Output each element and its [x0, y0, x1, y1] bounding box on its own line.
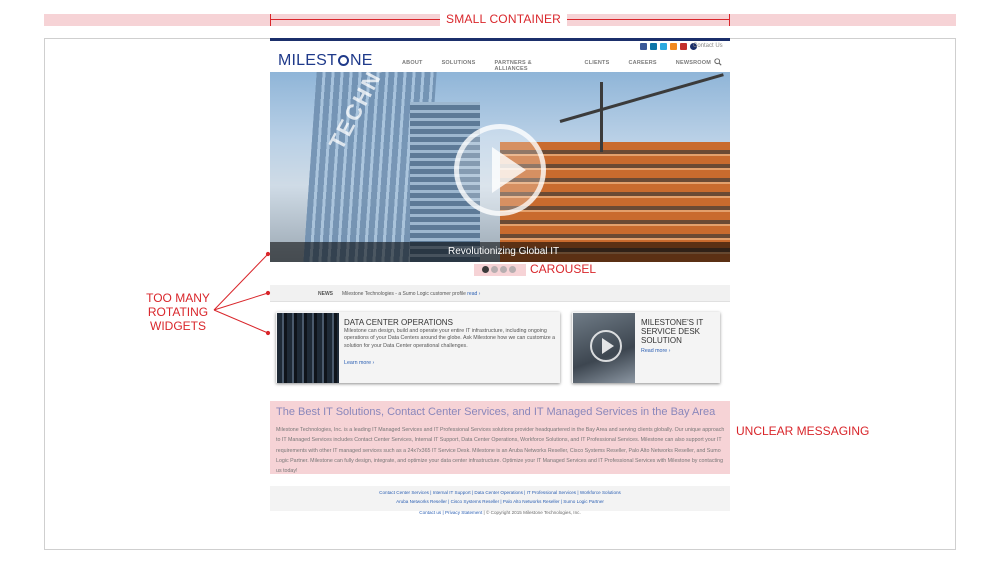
twitter-icon[interactable] — [660, 43, 667, 50]
youtube-icon[interactable] — [680, 43, 687, 50]
footer-partner-links[interactable]: Aruba Networks Reseller | Cisco Systems … — [270, 499, 730, 504]
footer-contact-privacy-links[interactable]: Contact us | Privacy Statement — [419, 510, 482, 515]
nav-solutions[interactable]: SOLUTIONS — [442, 60, 476, 72]
annotation-arrows — [213, 251, 271, 336]
nav-clients[interactable]: CLIENTS — [585, 60, 610, 72]
carousel-annotation: CAROUSEL — [530, 262, 597, 276]
data-center-title: DATA CENTER OPERATIONS — [344, 318, 453, 327]
contact-us-link[interactable]: Contact Us — [693, 43, 723, 49]
facebook-icon[interactable] — [640, 43, 647, 50]
news-ticker — [270, 285, 730, 302]
news-tag: NEWS — [318, 291, 333, 297]
nav-newsroom[interactable]: NEWSROOM — [676, 60, 711, 72]
news-item: Milestone Technologies - a Sumo Logic cu… — [342, 291, 481, 297]
hero-caption: Revolutionizing Global IT — [448, 246, 560, 257]
rss-icon[interactable] — [670, 43, 677, 50]
container-left-tick — [270, 14, 271, 26]
hero-carousel[interactable]: TECHNOLOGY Revolutionizing Global IT — [270, 72, 730, 262]
nav-partners[interactable]: PARTNERS & ALLIANCES — [494, 60, 565, 72]
carousel-dot-1[interactable] — [482, 266, 489, 273]
footer-service-links[interactable]: Contact Center Services | Internal IT Su… — [270, 490, 730, 495]
container-right-tick — [729, 14, 730, 26]
carousel-dot-3[interactable] — [500, 266, 507, 273]
intro-heading: The Best IT Solutions, Contact Center Se… — [276, 406, 716, 418]
nav-about[interactable]: ABOUT — [402, 60, 423, 72]
crane-arm — [559, 73, 724, 123]
play-icon — [492, 147, 526, 193]
data-center-description: Milestone can design, build and operate … — [344, 328, 556, 349]
intro-paragraph: Milestone Technologies, Inc. is a leadin… — [276, 427, 725, 475]
social-links — [640, 43, 697, 50]
read-more-link[interactable]: Read more › — [641, 348, 670, 354]
crane-mast — [600, 82, 603, 152]
unclear-messaging-annotation: UNCLEAR MESSAGING — [736, 424, 870, 438]
nav-careers[interactable]: CAREERS — [628, 60, 656, 72]
hero-caption-bar: Revolutionizing Global IT — [270, 242, 730, 262]
service-desk-play-icon — [602, 338, 614, 354]
search-icon[interactable] — [714, 58, 722, 66]
milestone-logo[interactable]: MILEST NE — [278, 52, 373, 70]
top-accent-bar — [270, 38, 730, 41]
carousel-dot-2[interactable] — [491, 266, 498, 273]
carousel-dot-4[interactable] — [509, 266, 516, 273]
footer-copyright: Contact us | Privacy Statement | © Copyr… — [419, 510, 581, 515]
main-nav: ABOUT SOLUTIONS PARTNERS & ALLIANCES CLI… — [402, 60, 730, 72]
learn-more-link[interactable]: Learn more › — [344, 360, 374, 366]
service-desk-title: MILESTONE'S IT SERVICE DESK SOLUTION — [641, 318, 704, 345]
website-mockup: MILEST NE Contact Us ABOUT SOLUTIONS PART… — [270, 38, 730, 520]
small-container-label: SMALL CONTAINER — [440, 12, 568, 26]
logo-o-icon — [338, 55, 349, 66]
news-read-link[interactable]: read › — [467, 291, 480, 297]
too-many-widgets-annotation: TOO MANY ROTATING WIDGETS — [146, 291, 210, 333]
linkedin-icon[interactable] — [650, 43, 657, 50]
server-rack-image — [277, 313, 339, 383]
